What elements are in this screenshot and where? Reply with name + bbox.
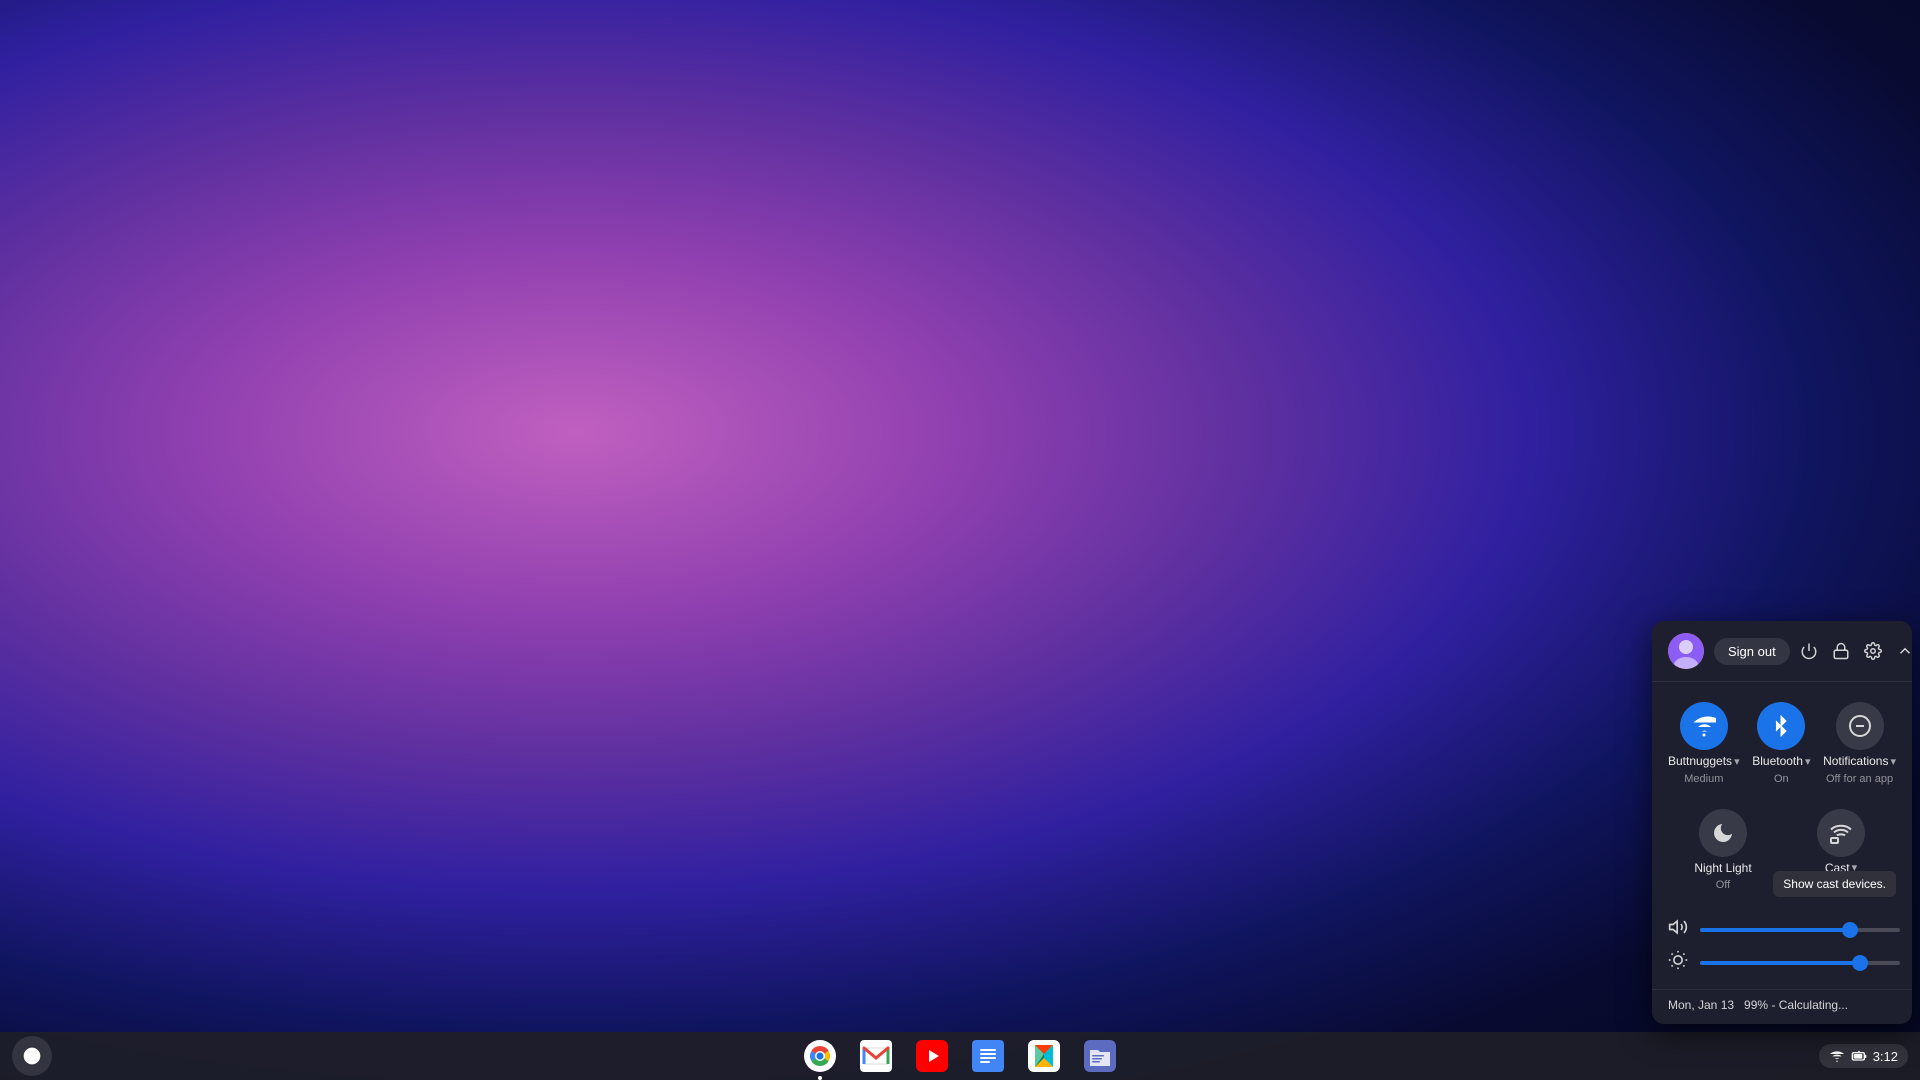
youtube-icon xyxy=(916,1040,948,1072)
night-light-sublabel: Off xyxy=(1716,879,1730,891)
volume-slider-row xyxy=(1664,913,1900,946)
wifi-toggle-btn[interactable] xyxy=(1680,702,1728,750)
toggle-grid-row2: Night Light Off Cast ▾ Show cast device xyxy=(1652,797,1912,907)
power-icon[interactable] xyxy=(1800,642,1818,660)
cast-arrow: ▾ xyxy=(1852,861,1858,874)
notifications-toggle-btn[interactable] xyxy=(1836,702,1884,750)
taskbar-center xyxy=(796,1032,1124,1080)
sign-out-button[interactable]: Sign out xyxy=(1714,638,1790,665)
panel-header-icons xyxy=(1800,642,1912,660)
notifications-sublabel: Off for an app xyxy=(1826,773,1893,785)
taskbar-right: 3:12 xyxy=(1819,1044,1908,1068)
gmail-icon xyxy=(860,1040,892,1072)
date-display: Mon, Jan 13 xyxy=(1668,998,1734,1012)
wifi-arrow: ▾ xyxy=(1734,755,1740,768)
quick-settings-panel: Sign out xyxy=(1652,621,1912,1024)
volume-thumb[interactable] xyxy=(1842,922,1858,938)
notifications-arrow: ▾ xyxy=(1890,755,1896,768)
volume-track[interactable] xyxy=(1700,928,1900,932)
panel-header: Sign out xyxy=(1652,621,1912,682)
desktop-wallpaper xyxy=(0,0,1920,1080)
panel-footer: Mon, Jan 13 99% - Calculating... xyxy=(1652,989,1912,1024)
taskbar-app-gmail[interactable] xyxy=(852,1032,900,1080)
cast-toggle[interactable]: Cast ▾ Show cast devices. xyxy=(1782,801,1900,899)
brightness-track[interactable] xyxy=(1700,961,1900,965)
taskbar-app-play[interactable] xyxy=(1020,1032,1068,1080)
wifi-sublabel: Medium xyxy=(1684,773,1723,785)
settings-icon[interactable] xyxy=(1864,642,1882,660)
files-icon xyxy=(1084,1040,1116,1072)
taskbar: 3:12 xyxy=(0,1032,1920,1080)
taskbar-app-docs[interactable] xyxy=(964,1032,1012,1080)
bluetooth-sublabel: On xyxy=(1774,773,1789,785)
taskbar-app-files[interactable] xyxy=(1076,1032,1124,1080)
docs-icon xyxy=(972,1040,1004,1072)
bluetooth-toggle-btn[interactable] xyxy=(1757,702,1805,750)
taskbar-app-chrome[interactable] xyxy=(796,1032,844,1080)
bluetooth-toggle[interactable]: Bluetooth ▾ On xyxy=(1744,694,1820,792)
wifi-label: Buttnuggets xyxy=(1668,754,1732,768)
notifications-toggle[interactable]: Notifications ▾ Off for an app xyxy=(1819,694,1900,792)
tray-time: 3:12 xyxy=(1873,1049,1898,1064)
battery-status: 99% - Calculating... xyxy=(1744,998,1848,1012)
toggle-grid-row1: Buttnuggets ▾ Medium Bluetooth ▾ On xyxy=(1652,682,1912,796)
system-tray[interactable]: 3:12 xyxy=(1819,1044,1908,1068)
volume-fill xyxy=(1700,928,1850,932)
brightness-slider-row xyxy=(1664,946,1900,979)
tray-battery-icon xyxy=(1851,1048,1867,1064)
brightness-icon[interactable] xyxy=(1664,950,1692,975)
tray-wifi-icon xyxy=(1829,1048,1845,1064)
wifi-toggle[interactable]: Buttnuggets ▾ Medium xyxy=(1664,694,1744,792)
play-store-icon xyxy=(1028,1040,1060,1072)
launcher-button[interactable] xyxy=(12,1036,52,1076)
bluetooth-arrow: ▾ xyxy=(1805,755,1811,768)
brightness-thumb[interactable] xyxy=(1852,955,1868,971)
chrome-active-dot xyxy=(818,1076,822,1080)
chrome-icon xyxy=(804,1040,836,1072)
night-light-toggle[interactable]: Night Light Off xyxy=(1664,801,1782,899)
volume-icon[interactable] xyxy=(1664,917,1692,942)
lock-icon[interactable] xyxy=(1832,642,1850,660)
sliders-section xyxy=(1652,907,1912,989)
notifications-label: Notifications xyxy=(1823,754,1888,768)
cast-label: Cast xyxy=(1825,861,1850,875)
night-light-toggle-btn[interactable] xyxy=(1699,809,1747,857)
taskbar-app-youtube[interactable] xyxy=(908,1032,956,1080)
brightness-fill xyxy=(1700,961,1860,965)
taskbar-left xyxy=(12,1036,60,1076)
bluetooth-label: Bluetooth xyxy=(1752,754,1803,768)
cast-toggle-btn[interactable] xyxy=(1817,809,1865,857)
avatar[interactable] xyxy=(1668,633,1704,669)
night-light-label: Night Light xyxy=(1694,861,1751,875)
collapse-icon[interactable] xyxy=(1896,642,1912,660)
